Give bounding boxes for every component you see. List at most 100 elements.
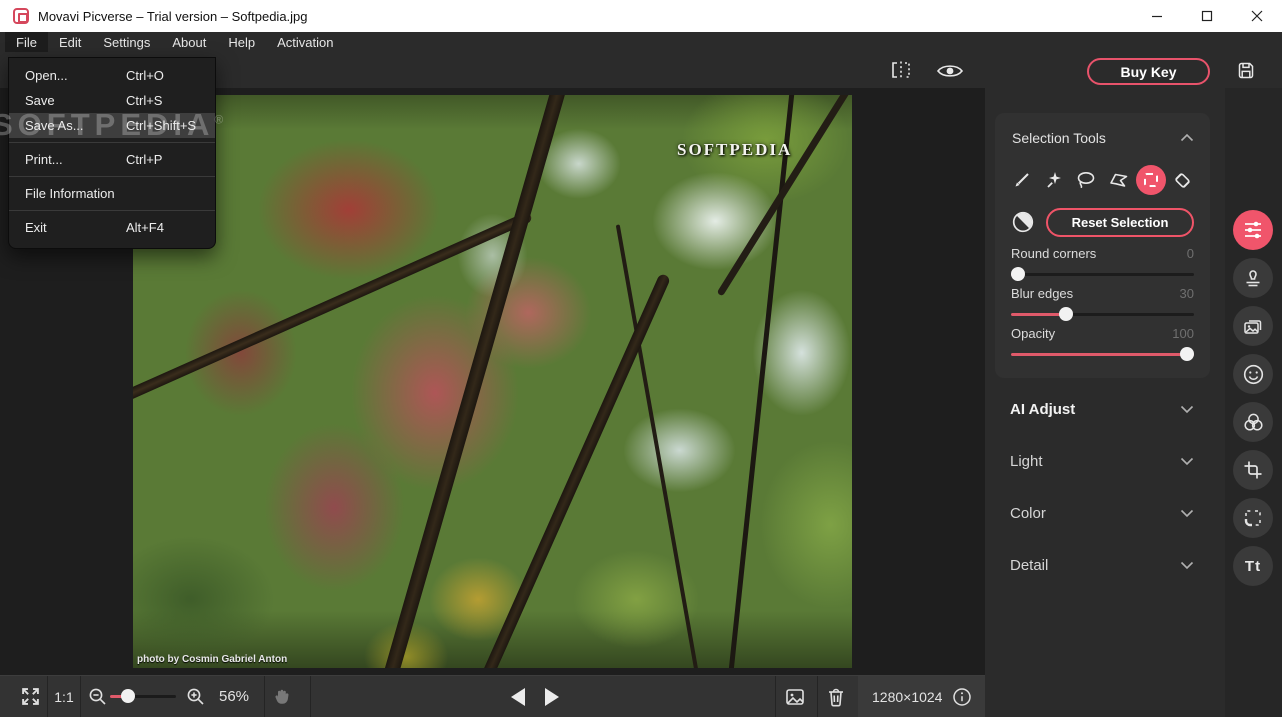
opacity-thumb[interactable] xyxy=(1180,347,1194,361)
softpedia-watermark: SOFTPEDIA xyxy=(677,140,792,160)
round-corners-slider[interactable] xyxy=(1011,273,1194,276)
eraser-icon xyxy=(1175,172,1192,189)
resize-icon xyxy=(1242,507,1264,529)
image-dimensions-box: 1280×1024 xyxy=(858,676,985,717)
eraser-tool[interactable] xyxy=(1168,165,1198,195)
fit-screen-button[interactable] xyxy=(21,687,40,706)
app-window: Movavi Picverse – Trial version – Softpe… xyxy=(0,0,1282,717)
close-icon xyxy=(1251,10,1263,22)
menu-item-save[interactable]: Save Ctrl+S xyxy=(9,88,215,113)
compare-button[interactable] xyxy=(888,60,914,80)
preview-eye-icon xyxy=(936,62,964,80)
info-button[interactable] xyxy=(952,687,972,707)
resize-mode-button[interactable] xyxy=(1233,498,1273,538)
menu-item-save-as[interactable]: Save As... Ctrl+Shift+S xyxy=(9,113,215,138)
preview-button[interactable] xyxy=(936,62,964,80)
save-button[interactable] xyxy=(1236,60,1256,80)
round-corners-thumb[interactable] xyxy=(1011,267,1025,281)
zoom-in-button[interactable] xyxy=(186,687,205,706)
selection-tools-row xyxy=(1007,163,1198,197)
save-icon xyxy=(1236,60,1256,80)
background-image-icon xyxy=(1241,314,1265,338)
next-image-button[interactable] xyxy=(545,688,560,706)
brush-selection-tool[interactable] xyxy=(1007,165,1037,195)
adjust-sliders-icon xyxy=(1242,219,1264,241)
lasso-tool[interactable] xyxy=(1071,165,1101,195)
chevron-down-icon xyxy=(1180,405,1194,414)
menubar: File Edit Settings About Help Activation xyxy=(0,32,1282,52)
lasso-icon xyxy=(1075,170,1097,190)
zoom-slider-thumb[interactable] xyxy=(121,689,135,703)
zoom-level: 56% xyxy=(212,688,256,705)
delete-image-button[interactable] xyxy=(825,686,847,708)
statusbar: 1:1 56% xyxy=(0,675,985,717)
menu-item-open[interactable]: Open... Ctrl+O xyxy=(9,63,215,88)
maximize-icon xyxy=(1201,10,1213,22)
section-detail[interactable]: Detail xyxy=(985,547,1225,587)
menu-settings[interactable]: Settings xyxy=(92,32,161,52)
branch-shape xyxy=(727,95,794,668)
section-ai-adjust[interactable]: AI Adjust xyxy=(985,391,1225,431)
menu-item-print[interactable]: Print... Ctrl+P xyxy=(9,147,215,172)
menu-edit[interactable]: Edit xyxy=(48,32,92,52)
buy-key-button[interactable]: Buy Key xyxy=(1087,58,1210,85)
crop-mode-button[interactable] xyxy=(1233,450,1273,490)
menu-help[interactable]: Help xyxy=(217,32,266,52)
invert-selection-icon xyxy=(1011,210,1035,234)
background-mode-button[interactable] xyxy=(1233,306,1273,346)
section-color[interactable]: Color xyxy=(985,495,1225,535)
retouch-mode-button[interactable] xyxy=(1233,258,1273,298)
invert-selection-button[interactable] xyxy=(1011,210,1035,234)
menu-separator xyxy=(9,142,215,143)
zoom-out-button[interactable] xyxy=(88,687,107,706)
zoom-in-icon xyxy=(186,687,205,706)
compare-icon xyxy=(888,60,914,80)
reset-selection-button[interactable]: Reset Selection xyxy=(1046,208,1194,237)
close-button[interactable] xyxy=(1232,0,1282,32)
next-image-icon xyxy=(545,688,560,706)
minimize-icon xyxy=(1151,10,1163,22)
zoom-slider[interactable] xyxy=(110,695,176,698)
face-retouch-icon xyxy=(1242,363,1265,386)
window-controls xyxy=(1132,0,1282,32)
minimize-button[interactable] xyxy=(1132,0,1182,32)
blur-edges-slider[interactable] xyxy=(1011,313,1194,316)
face-retouch-mode-button[interactable] xyxy=(1233,354,1273,394)
blur-edges-label: Blur edges xyxy=(1011,286,1073,301)
file-menu-dropdown: Open... Ctrl+O Save Ctrl+S Save As... Ct… xyxy=(8,57,216,249)
text-mode-button[interactable]: Tt xyxy=(1233,546,1273,586)
menu-item-exit[interactable]: Exit Alt+F4 xyxy=(9,215,215,240)
effects-mode-button[interactable] xyxy=(1233,402,1273,442)
rectangular-marquee-tool[interactable] xyxy=(1136,165,1166,195)
menu-item-file-information[interactable]: File Information xyxy=(9,181,215,206)
divider xyxy=(264,676,265,717)
adjust-mode-button[interactable] xyxy=(1233,210,1273,250)
chevron-up-icon xyxy=(1180,133,1194,142)
menu-activation[interactable]: Activation xyxy=(266,32,344,52)
hand-tool-button[interactable] xyxy=(272,686,293,707)
selection-actions-row: Reset Selection xyxy=(1011,207,1194,237)
titlebar: Movavi Picverse – Trial version – Softpe… xyxy=(0,0,1282,32)
actual-size-button[interactable]: 1:1 xyxy=(50,689,78,705)
menu-about[interactable]: About xyxy=(161,32,217,52)
menu-separator xyxy=(9,176,215,177)
collapse-button[interactable] xyxy=(1180,133,1194,142)
selection-tools-title: Selection Tools xyxy=(1012,130,1106,146)
menu-file[interactable]: File xyxy=(5,32,48,52)
opacity-slider[interactable] xyxy=(1011,353,1194,356)
text-tool-icon: Tt xyxy=(1245,558,1261,575)
rect-marquee-icon xyxy=(1144,173,1158,187)
section-light[interactable]: Light xyxy=(985,443,1225,483)
brush-select-icon xyxy=(1012,170,1032,190)
divider xyxy=(817,676,818,717)
chevron-down-icon xyxy=(1180,509,1194,518)
shortcut: Ctrl+S xyxy=(126,88,162,113)
previous-image-button[interactable] xyxy=(510,688,525,706)
polygonal-lasso-tool[interactable] xyxy=(1104,165,1134,195)
image-manager-button[interactable] xyxy=(784,686,806,708)
photo-canvas[interactable]: SOFTPEDIA photo by Cosmin Gabriel Anton xyxy=(133,95,852,668)
hand-icon xyxy=(272,686,293,707)
magic-wand-tool[interactable] xyxy=(1039,165,1069,195)
maximize-button[interactable] xyxy=(1182,0,1232,32)
blur-edges-thumb[interactable] xyxy=(1059,307,1073,321)
